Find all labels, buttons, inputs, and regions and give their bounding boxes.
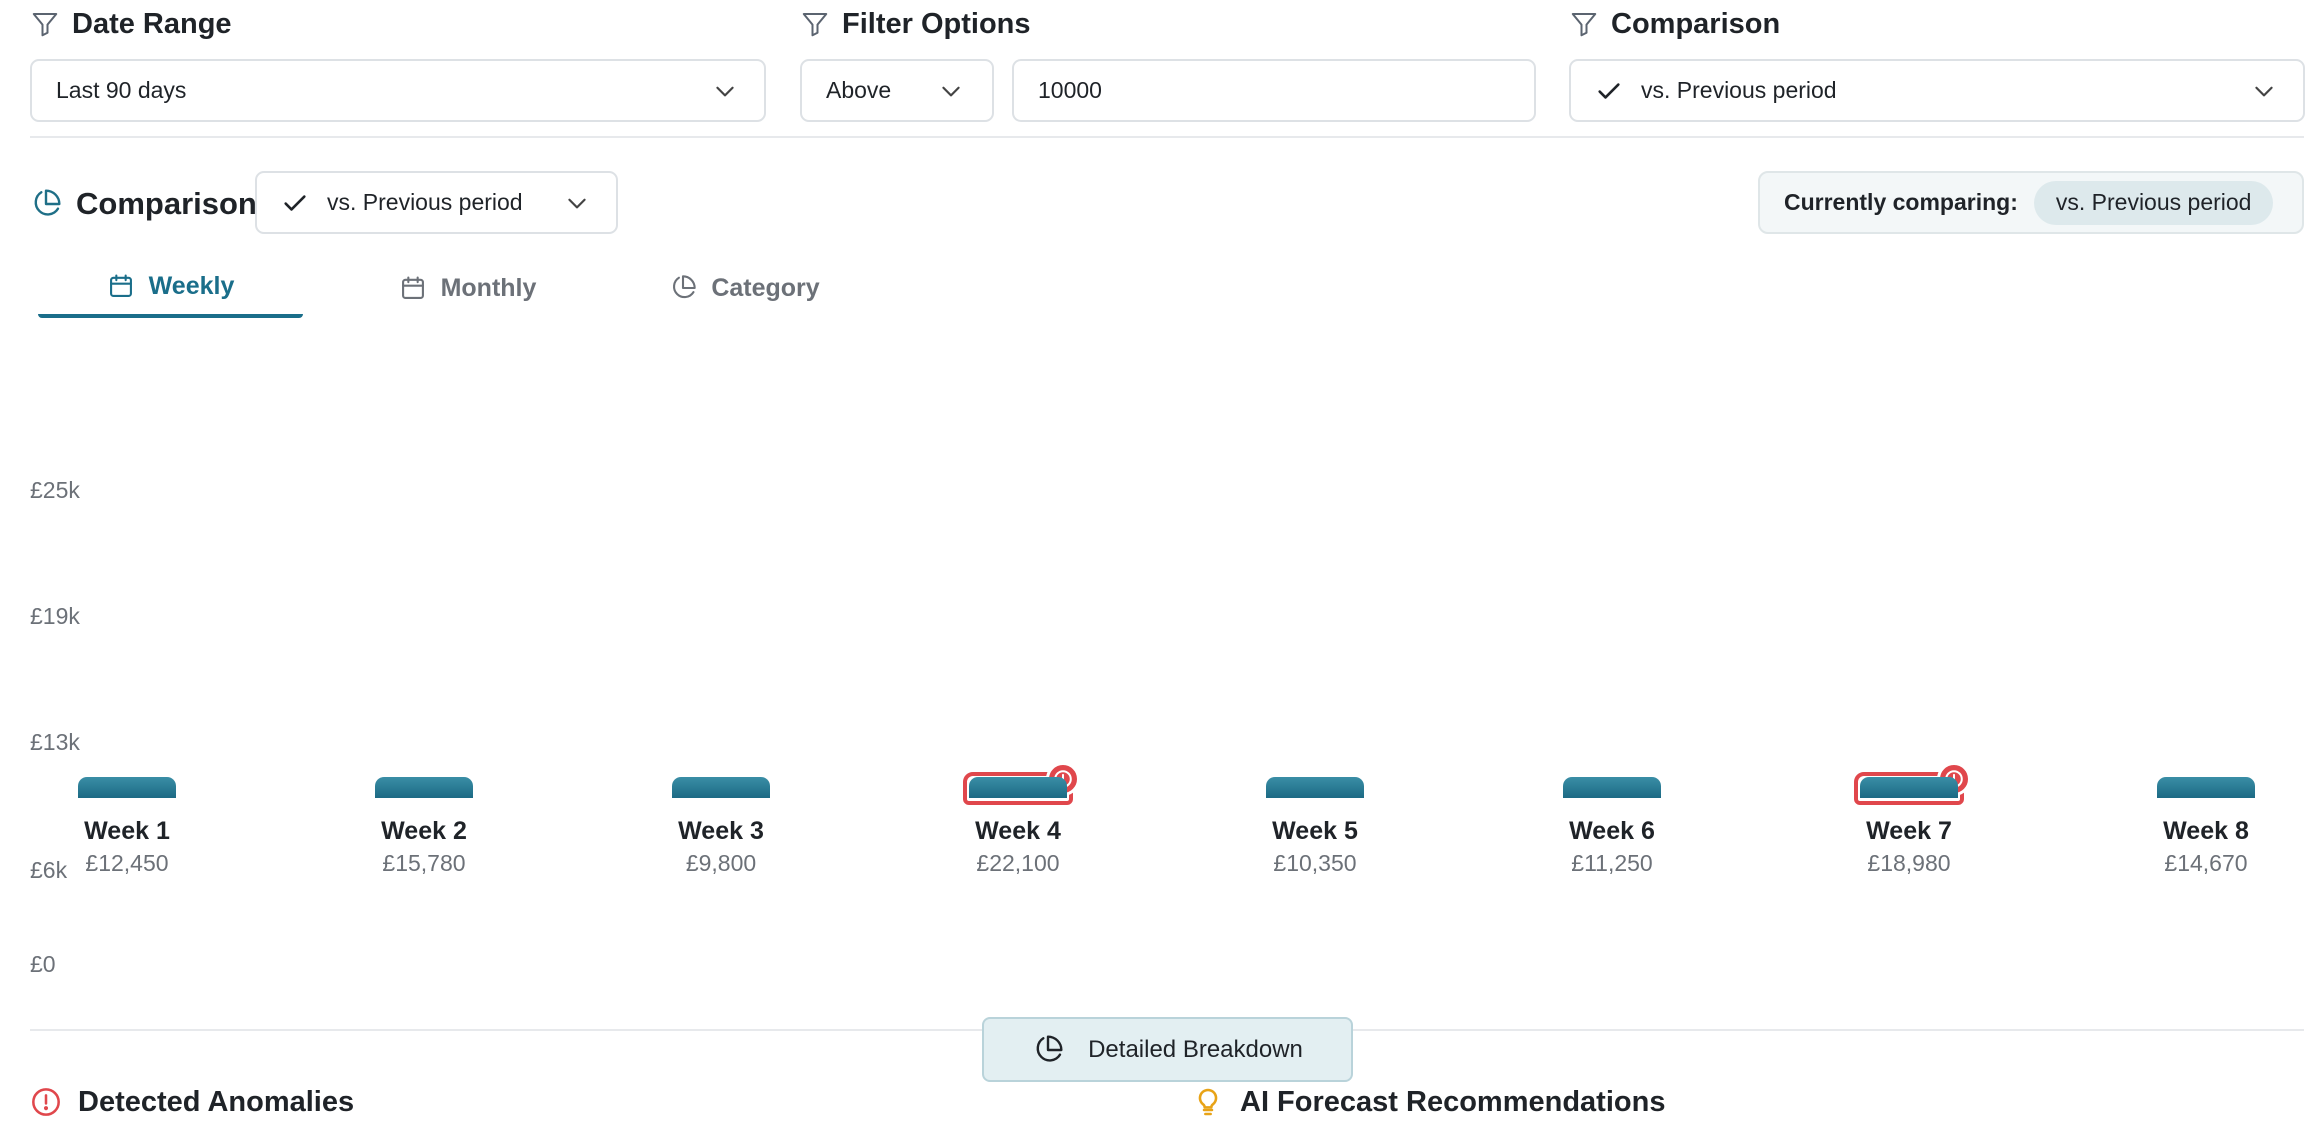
- date-range-select[interactable]: Last 90 days: [30, 59, 766, 122]
- chart-bar[interactable]: [672, 777, 770, 798]
- x-category-label: Week 7: [1866, 817, 1952, 845]
- tab-weekly-label: Weekly: [148, 271, 235, 300]
- detailed-breakdown-label: Detailed Breakdown: [1088, 1035, 1303, 1063]
- chart-bar[interactable]: [1563, 777, 1661, 798]
- bar-value-label: £18,980: [1867, 850, 1951, 876]
- detailed-breakdown-button[interactable]: Detailed Breakdown: [982, 1017, 1353, 1082]
- x-category-label: Week 4: [975, 817, 1061, 845]
- comparison-filter-value: vs. Previous period: [1641, 77, 1837, 103]
- comparison-filter-title: Comparison: [1611, 7, 1781, 40]
- lightbulb-icon: [1192, 1086, 1224, 1118]
- tab-weekly[interactable]: Weekly: [38, 258, 303, 318]
- date-range-value: Last 90 days: [56, 77, 187, 103]
- bar-value-label: £9,800: [685, 850, 757, 876]
- y-tick-label: £25k: [30, 477, 80, 503]
- bar-value-label: £11,250: [1571, 850, 1653, 876]
- chevron-down-icon: [938, 78, 964, 104]
- threshold-input[interactable]: 10000: [1012, 59, 1536, 122]
- currently-comparing-label: Currently comparing:: [1784, 189, 2018, 215]
- calendar-icon: [107, 272, 135, 300]
- x-category-label: Week 2: [381, 817, 467, 845]
- chart-bar[interactable]: [1860, 777, 1958, 798]
- threshold-value: 10000: [1038, 77, 1102, 103]
- chevron-down-icon: [564, 190, 590, 216]
- comparison-title: Comparison: [76, 186, 257, 221]
- chart-bar[interactable]: [2157, 777, 2255, 798]
- comparison-period-select[interactable]: vs. Previous period: [255, 171, 618, 234]
- filter-icon: [30, 9, 60, 39]
- x-category-label: Week 1: [84, 817, 170, 845]
- x-category-label: Week 3: [678, 817, 764, 845]
- comparison-header: Comparison: [1569, 6, 1780, 42]
- chevron-down-icon: [712, 78, 738, 104]
- check-icon: [1595, 77, 1623, 105]
- detected-anomalies-header: Detected Anomalies: [30, 1082, 354, 1122]
- bar-value-label: £15,780: [382, 850, 466, 876]
- comparison-section-title: Comparison: [30, 184, 257, 224]
- date-range-header: Date Range: [30, 6, 232, 42]
- top-divider: [30, 136, 2304, 138]
- pie-chart-icon: [1032, 1034, 1064, 1066]
- y-tick-label: £19k: [30, 603, 80, 629]
- operator-select[interactable]: Above: [800, 59, 994, 122]
- x-category-label: Week 8: [2163, 817, 2249, 845]
- y-tick-label: £0: [30, 951, 56, 977]
- x-category-label: Week 5: [1272, 817, 1358, 845]
- tab-monthly-label: Monthly: [440, 273, 537, 302]
- date-range-title: Date Range: [72, 7, 232, 40]
- chart-bar[interactable]: [78, 777, 176, 798]
- y-tick-label: £13k: [30, 729, 80, 755]
- tab-category[interactable]: Category: [612, 258, 877, 318]
- filter-options-title: Filter Options: [842, 7, 1031, 40]
- filter-icon: [1569, 9, 1599, 39]
- check-icon: [281, 189, 309, 217]
- chart-bar[interactable]: [1266, 777, 1364, 798]
- x-category-label: Week 6: [1569, 817, 1655, 845]
- pie-chart-icon: [669, 274, 697, 302]
- tab-monthly[interactable]: Monthly: [335, 258, 600, 318]
- comparison-select[interactable]: vs. Previous period: [1569, 59, 2305, 122]
- filter-icon: [800, 9, 830, 39]
- detected-anomalies-title: Detected Anomalies: [78, 1085, 355, 1118]
- ai-recommendations-header: AI Forecast Recommendations: [1192, 1082, 1665, 1122]
- chart-bar[interactable]: [375, 777, 473, 798]
- bar-value-label: £10,350: [1273, 850, 1357, 876]
- bar-value-label: £22,100: [976, 850, 1060, 876]
- alert-circle-icon: [30, 1086, 62, 1118]
- operator-value: Above: [826, 77, 892, 103]
- pie-chart-icon: [30, 188, 62, 220]
- chart-bar[interactable]: [969, 777, 1067, 798]
- chevron-down-icon: [2251, 78, 2277, 104]
- tab-category-label: Category: [711, 273, 820, 302]
- calendar-icon: [399, 274, 427, 302]
- bar-value-label: £12,450: [85, 850, 169, 876]
- currently-comparing: Currently comparing: vs. Previous period: [1758, 171, 2304, 234]
- bar-value-label: £14,670: [2164, 850, 2248, 876]
- ai-recommendations-title: AI Forecast Recommendations: [1240, 1085, 1666, 1118]
- comparison-period-value: vs. Previous period: [327, 189, 523, 215]
- filter-options-header: Filter Options: [800, 6, 1031, 42]
- currently-comparing-pill: vs. Previous period: [2033, 180, 2274, 225]
